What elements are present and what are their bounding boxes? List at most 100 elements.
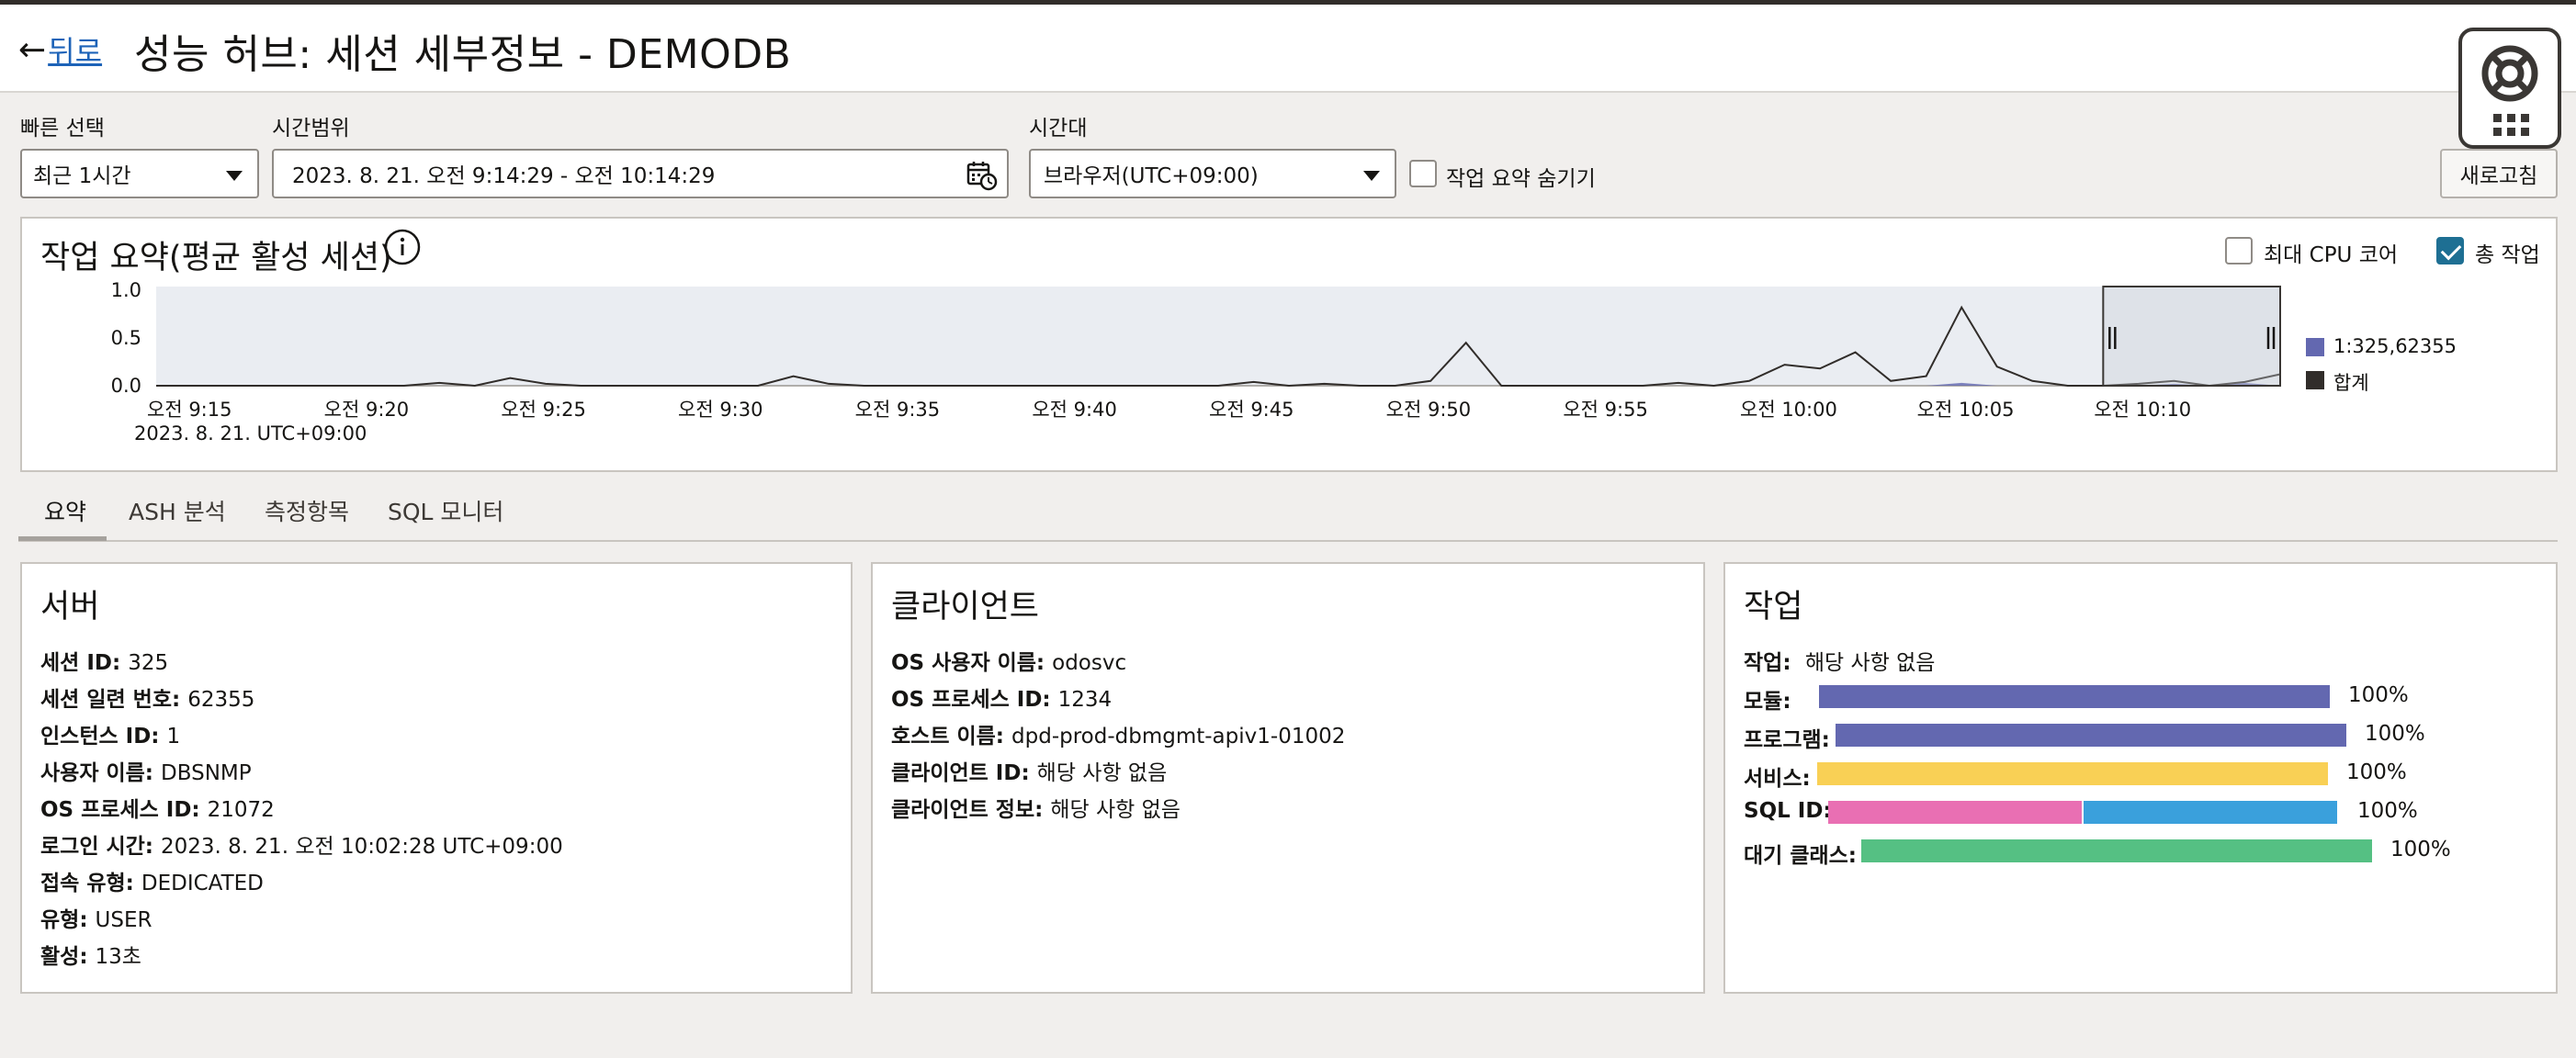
timezone-dropdown[interactable]: 브라우저(UTC+09:00) [1029, 149, 1396, 198]
server-field-key: 유형: [40, 908, 88, 932]
client-field-row: 호스트 이름: dpd-prod-dbmgmt-apiv1-01002 [891, 718, 1345, 749]
tab-sql-monitor[interactable]: SQL 모니터 [388, 494, 503, 527]
client-field-value: dpd-prod-dbmgmt-apiv1-01002 [1011, 725, 1346, 748]
hide-summary-label: 작업 요약 숨기기 [1446, 167, 1596, 191]
work-bar-segment[interactable] [1828, 801, 2082, 824]
work-bar-segment[interactable] [1861, 839, 2372, 862]
legend-label: 1:325,62355 [2333, 335, 2457, 357]
back-arrow-icon: ← [18, 30, 47, 69]
timezone-value: 브라우저(UTC+09:00) [1044, 164, 1259, 188]
client-field-row: OS 프로세스 ID: 1234 [891, 681, 1112, 713]
work-task-value: 해당 사항 없음 [1804, 651, 1936, 675]
work-card: 작업 작업: 해당 사항 없음 모듈: 100% 프로그램: 100% 서비스: 100%… [1723, 562, 2558, 994]
x-tick-label: 오전 9:30 [678, 399, 763, 421]
calendar-clock-icon[interactable] [966, 160, 998, 191]
client-field-row: 클라이언트 정보: 해당 사항 없음 [891, 792, 1181, 823]
server-field-value: 1 [166, 725, 181, 748]
quick-select-label: 빠른 선택 [20, 117, 105, 141]
activity-summary-panel: 작업 요약(평균 활성 세션) 최대 CPU 코어 총 작업 1.0 0.5 0.0… [20, 217, 2558, 472]
client-field-key: 호스트 이름: [891, 725, 1005, 748]
legend-label: 합계 [2333, 372, 2369, 394]
x-tick-label: 오전 9:45 [1209, 399, 1294, 421]
active-tab-indicator [18, 536, 107, 541]
server-title: 서버 [40, 589, 100, 625]
work-bar-segment[interactable] [1836, 724, 2346, 747]
chevron-down-icon [1363, 171, 1380, 181]
client-field-value: 해당 사항 없음 [1050, 798, 1181, 822]
chevron-down-icon [226, 171, 243, 181]
work-bar-segment[interactable] [1817, 762, 2328, 785]
quick-select-value: 최근 1시간 [33, 164, 131, 188]
legend-swatch [2306, 338, 2324, 356]
x-tick-label: 오전 10:05 [1917, 399, 2015, 421]
server-field-value: 2023. 8. 21. 오전 10:02:28 UTC+09:00 [161, 835, 563, 859]
client-title: 클라이언트 [891, 589, 1040, 625]
x-tick-label: 오전 9:35 [855, 399, 940, 421]
hide-summary-checkbox[interactable] [1409, 160, 1437, 187]
server-field-row: 세션 일련 번호: 62355 [40, 681, 254, 713]
time-range-input[interactable]: 2023. 8. 21. 오전 9:14:29 - 오전 10:14:29 [272, 149, 1009, 198]
work-row-label: 프로그램: [1744, 728, 1830, 752]
server-field-row: 인스턴스 ID: 1 [40, 718, 180, 749]
app-grid-icon [2493, 114, 2530, 138]
client-field-key: 클라이언트 정보: [891, 798, 1044, 822]
server-field-value: 62355 [187, 688, 255, 712]
server-field-value: 325 [128, 651, 169, 675]
work-row-label: 서비스: [1744, 767, 1811, 791]
server-field-row: OS 프로세스 ID: 21072 [40, 792, 275, 823]
refresh-button[interactable]: 새로고침 [2440, 149, 2558, 198]
server-field-key: 접속 유형: [40, 872, 134, 895]
legend-swatch [2306, 371, 2324, 389]
work-row-percent: 100% [2365, 722, 2425, 746]
server-field-key: 로그인 시간: [40, 835, 154, 859]
server-field-key: OS 프로세스 ID: [40, 798, 200, 822]
server-field-row: 접속 유형: DEDICATED [40, 865, 264, 896]
work-row-percent: 100% [2357, 799, 2418, 823]
client-field-value: 1234 [1057, 688, 1113, 712]
tab-ash-analytics[interactable]: ASH 분석 [129, 494, 226, 527]
back-nav: ← 뒤로 [18, 28, 102, 71]
server-field-key: 인스턴스 ID: [40, 725, 160, 748]
client-field-row: 클라이언트 ID: 해당 사항 없음 [891, 755, 1167, 786]
work-task-row: 작업: 해당 사항 없음 [1744, 645, 1935, 676]
server-field-row: 활성: 13초 [40, 939, 141, 970]
work-row-percent: 100% [2346, 760, 2407, 784]
x-tick-label: 오전 9:55 [1563, 399, 1647, 421]
y-tick-label: 0.5 [111, 327, 141, 349]
tab-metrics[interactable]: 측정항목 [265, 494, 349, 527]
activity-chart: 1.0 0.5 0.0 오전 9:15 오전 9:20 오전 9:25 오전 9:30 오전 … [111, 279, 2281, 421]
server-field-row: 유형: USER [40, 902, 152, 933]
x-tick-label: 오전 10:10 [2094, 399, 2191, 421]
work-row-percent: 100% [2390, 838, 2451, 861]
chart-plot-area [156, 287, 2280, 386]
time-range-value: 2023. 8. 21. 오전 9:14:29 - 오전 10:14:29 [292, 164, 716, 188]
x-tick-label: 오전 9:50 [1386, 399, 1471, 421]
y-tick-label: 1.0 [111, 279, 141, 301]
timezone-label: 시간대 [1029, 117, 1088, 141]
work-bar-segment[interactable] [2084, 801, 2337, 824]
server-field-row: 세션 ID: 325 [40, 645, 168, 676]
quick-select-dropdown[interactable]: 최근 1시간 [20, 149, 259, 198]
client-field-value: 해당 사항 없음 [1036, 761, 1168, 785]
work-row-percent: 100% [2348, 683, 2409, 707]
x-tick-label: 오전 10:00 [1740, 399, 1837, 421]
work-row-label: 모듈: [1744, 690, 1791, 714]
x-tick-label: 오전 9:40 [1032, 399, 1116, 421]
client-field-value: odosvc [1052, 651, 1127, 675]
work-bar-segment[interactable] [1819, 685, 2330, 708]
tab-summary[interactable]: 요약 [44, 494, 86, 527]
server-field-value: 21072 [207, 798, 275, 822]
server-field-value: DBSNMP [161, 761, 252, 785]
help-widget[interactable] [2458, 28, 2561, 149]
chart-date-caption: 2023. 8. 21. UTC+09:00 [134, 422, 367, 445]
back-link[interactable]: 뒤로 [48, 28, 102, 71]
server-field-key: 세션 일련 번호: [40, 688, 181, 712]
work-row-label: SQL ID: [1744, 799, 1832, 823]
client-card: 클라이언트 OS 사용자 이름: odosvc OS 프로세스 ID: 1234 호스트… [871, 562, 1705, 994]
server-card: 서버 세션 ID: 325 세션 일련 번호: 62355 인스턴스 ID: 1 사용자 이… [20, 562, 853, 994]
client-field-key: OS 사용자 이름: [891, 651, 1045, 675]
x-tick-label: 오전 9:20 [324, 399, 409, 421]
lifebuoy-icon [2481, 45, 2538, 102]
work-task-key: 작업: [1744, 651, 1791, 675]
x-tick-label: 오전 9:25 [501, 399, 585, 421]
